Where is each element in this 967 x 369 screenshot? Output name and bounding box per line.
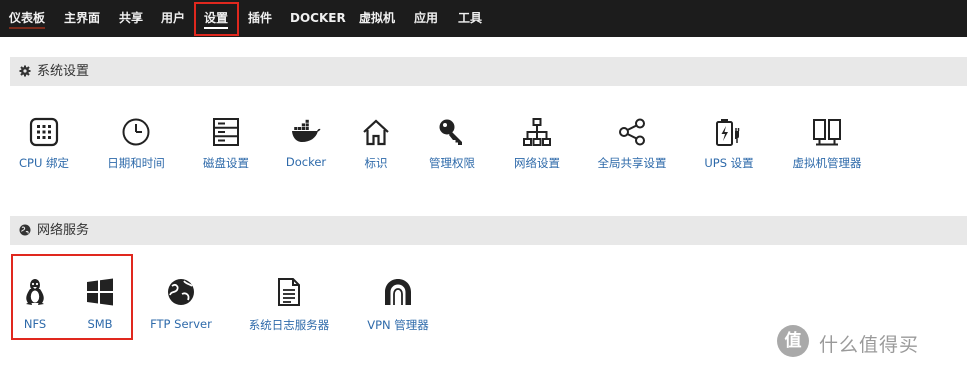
watermark-badge: 值 — [777, 325, 809, 357]
log-file-icon — [278, 278, 300, 306]
vpn-tunnel-icon — [385, 279, 411, 305]
tile-label: 标识 — [364, 156, 388, 170]
system-settings-header: 系统设置 — [10, 57, 967, 86]
nav-apps[interactable]: 应用 — [414, 0, 438, 37]
nav-docker[interactable]: DOCKER — [290, 0, 346, 37]
share-icon — [619, 118, 645, 146]
nav-users[interactable]: 用户 — [161, 0, 185, 37]
tile-label: 网络设置 — [514, 156, 560, 170]
docker-whale-icon — [292, 119, 321, 142]
watermark-text: 什么值得买 — [819, 334, 920, 356]
home-icon — [363, 119, 389, 146]
vm-monitor-icon — [813, 119, 841, 146]
nav-settings[interactable]: 设置 — [204, 0, 229, 37]
tile-label: 全局共享设置 — [597, 156, 667, 170]
nav-vms[interactable]: 虚拟机 — [359, 0, 395, 37]
key-icon — [439, 119, 462, 145]
section-title: 网络服务 — [37, 223, 90, 238]
nav-tools[interactable]: 工具 — [458, 0, 482, 37]
globe-icon — [19, 224, 31, 236]
tile-label: UPS 设置 — [704, 156, 754, 170]
network-icon — [523, 118, 551, 146]
tile-label: 虚拟机管理器 — [792, 156, 862, 170]
gear-icon — [19, 65, 31, 77]
disk-icon — [213, 118, 239, 146]
tile-label: Docker — [285, 155, 327, 169]
ftp-globe-icon — [168, 279, 194, 305]
windows-icon — [87, 278, 113, 306]
battery-plug-icon — [716, 119, 740, 146]
tile-label: 系统日志服务器 — [248, 318, 330, 332]
linux-penguin-icon — [26, 279, 44, 305]
network-services-header: 网络服务 — [10, 216, 967, 245]
clock-icon — [122, 118, 150, 146]
tile-label: NFS — [23, 317, 47, 331]
watermark: 值 什么值得买 — [777, 322, 945, 360]
section-title: 系统设置 — [37, 64, 90, 79]
nav-main[interactable]: 主界面 — [64, 0, 100, 37]
nav-plugins[interactable]: 插件 — [248, 0, 272, 37]
tile-label: VPN 管理器 — [367, 318, 429, 332]
tile-label: 磁盘设置 — [203, 156, 249, 170]
tile-label: SMB — [87, 317, 113, 331]
tile-label: FTP Server — [150, 317, 212, 331]
tile-label: 管理权限 — [429, 156, 475, 170]
cpu-icon — [29, 117, 59, 147]
top-nav: 仪表板 主界面 共享 用户 设置 插件 DOCKER 虚拟机 应用 工具 — [0, 0, 967, 37]
nav-dashboard[interactable]: 仪表板 — [9, 0, 46, 37]
nav-shares[interactable]: 共享 — [119, 0, 143, 37]
tile-label: 日期和时间 — [107, 156, 165, 170]
tile-label: CPU 绑定 — [18, 156, 70, 170]
